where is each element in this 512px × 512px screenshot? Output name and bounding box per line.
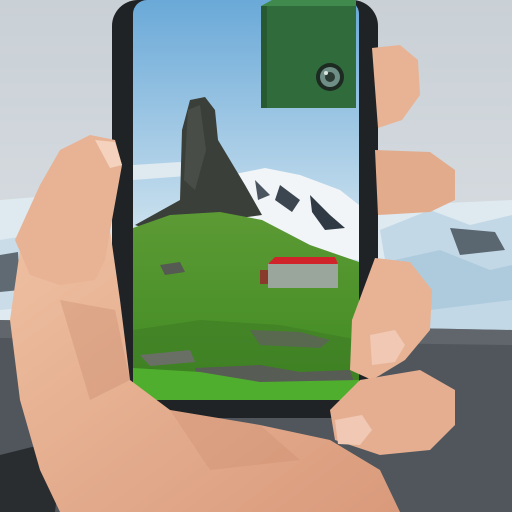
camera-lens-icon [316, 63, 344, 91]
photo-scene [0, 0, 512, 512]
camera-box [261, 0, 356, 108]
red-roof-hut [260, 257, 338, 288]
